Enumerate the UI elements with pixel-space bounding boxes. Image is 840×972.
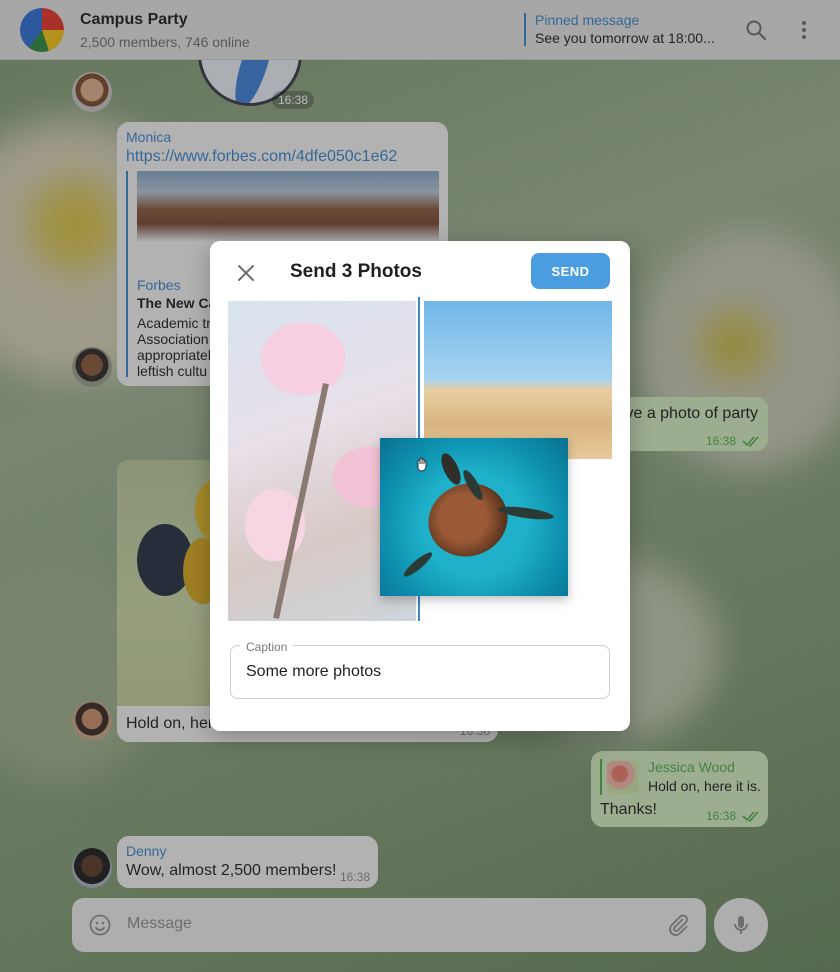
- photo-desert[interactable]: [424, 301, 612, 459]
- photo-branch: [273, 382, 329, 620]
- close-icon[interactable]: [234, 261, 258, 285]
- turtle-flipper: [401, 549, 435, 580]
- drag-hand-icon: [414, 456, 430, 477]
- caption-label: Caption: [240, 640, 294, 654]
- send-button[interactable]: SEND: [531, 253, 610, 289]
- dialog-title: Send 3 Photos: [290, 261, 422, 282]
- turtle-head: [437, 450, 465, 488]
- send-photos-dialog: Send 3 Photos SEND Caption Some more pho…: [210, 241, 630, 731]
- photo-turtle[interactable]: [380, 438, 568, 596]
- caption-input[interactable]: Some more photos: [246, 663, 381, 681]
